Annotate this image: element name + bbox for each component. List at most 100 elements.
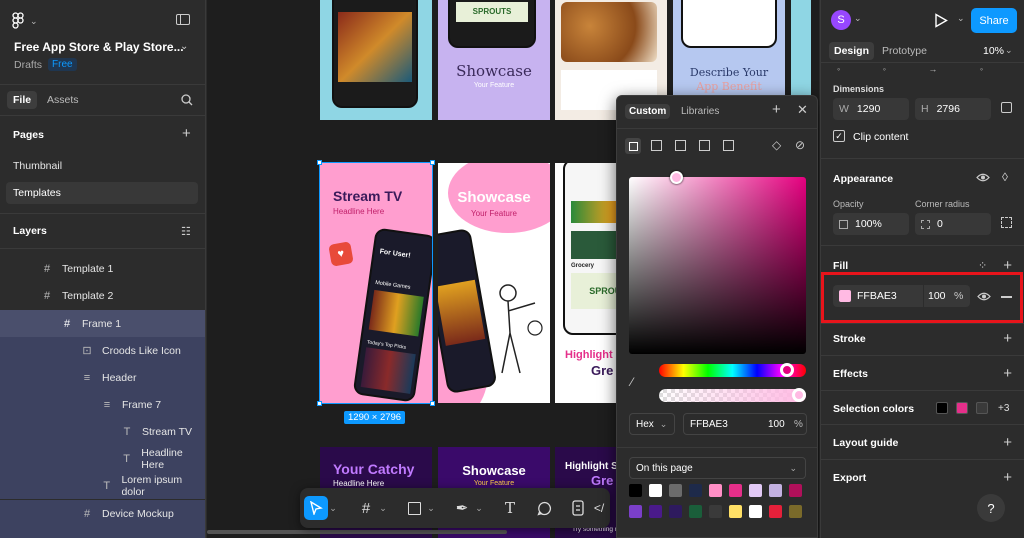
image-fill-icon[interactable] — [699, 140, 710, 151]
page-item-thumbnail[interactable]: Thumbnail — [13, 160, 62, 172]
resize-handle[interactable] — [317, 160, 322, 165]
collapse-layers-icon[interactable]: ☷ — [181, 225, 191, 238]
layer-lorem-ipsum[interactable]: T Lorem ipsum dolor — [0, 472, 205, 499]
color-swatch[interactable] — [729, 505, 742, 518]
chevron-down-icon[interactable]: ⌄ — [426, 496, 436, 520]
picker-opacity-input[interactable]: 100 — [768, 419, 785, 430]
add-export-icon[interactable]: + — [1003, 470, 1012, 485]
tab-prototype[interactable]: Prototype — [882, 45, 927, 57]
pen-tool-icon[interactable]: ✒ — [450, 496, 474, 520]
color-swatch[interactable] — [689, 505, 702, 518]
chevron-down-icon[interactable]: ⌄ — [474, 496, 484, 520]
hex-input-group[interactable]: FFBAE3 100 % — [683, 413, 807, 435]
main-menu-button[interactable]: ⌄ — [12, 12, 38, 30]
library-select[interactable]: On this page ⌄ — [629, 457, 806, 479]
color-swatch[interactable] — [709, 505, 722, 518]
help-button[interactable]: ? — [977, 494, 1005, 522]
layer-stream-tv[interactable]: T Stream TV — [0, 418, 205, 445]
remove-fill-icon[interactable] — [1001, 296, 1012, 298]
layer-device-mockup[interactable]: # Device Mockup — [0, 500, 205, 527]
page-item-templates[interactable]: Templates — [6, 182, 198, 204]
frame-template-a[interactable] — [320, 0, 432, 120]
width-field[interactable]: W 1290 — [833, 98, 909, 120]
gradient-fill-icon[interactable] — [651, 140, 662, 151]
component-tool-icon[interactable] — [566, 496, 590, 520]
tab-file[interactable]: File — [7, 91, 38, 109]
file-title[interactable]: Free App Store & Play Store... — [14, 40, 184, 54]
move-tool-icon[interactable] — [304, 496, 328, 520]
tab-design[interactable]: Design — [829, 42, 875, 60]
resize-handle[interactable] — [430, 160, 435, 165]
saturation-area[interactable] — [629, 177, 806, 354]
eyedropper-icon[interactable]: ⁄ — [631, 375, 633, 389]
eye-icon[interactable] — [977, 291, 991, 302]
layer-template-1[interactable]: # Template 1 — [0, 255, 205, 282]
fill-opacity-field[interactable]: 100 % — [924, 285, 970, 307]
add-stroke-icon[interactable]: + — [1003, 331, 1012, 346]
fill-color-field[interactable]: FFBAE3 — [833, 285, 923, 307]
avatar[interactable]: S — [831, 10, 851, 30]
color-swatch[interactable] — [649, 505, 662, 518]
independent-corners-icon[interactable] — [1001, 217, 1012, 228]
text-tool-icon[interactable]: T — [498, 496, 522, 520]
file-location[interactable]: Drafts — [14, 59, 42, 71]
add-effect-icon[interactable]: + — [1003, 366, 1012, 381]
opacity-handle[interactable] — [792, 388, 806, 402]
share-button[interactable]: Share — [971, 8, 1017, 33]
color-swatch[interactable] — [629, 484, 642, 497]
clip-content-checkbox[interactable]: ✓ — [833, 130, 845, 142]
resize-handle[interactable] — [317, 401, 322, 406]
fill-color-swatch[interactable] — [839, 290, 851, 302]
layer-header[interactable]: ≡ Header — [0, 364, 205, 391]
video-fill-icon[interactable] — [723, 140, 734, 151]
layer-headline-here[interactable]: T Headline Here — [0, 445, 205, 472]
selection-color-swatch[interactable] — [936, 402, 948, 414]
fill-hex-value[interactable]: FFBAE3 — [857, 290, 897, 302]
color-swatch[interactable] — [749, 484, 762, 497]
layer-frame-1[interactable]: # Frame 1 — [0, 310, 205, 337]
eye-icon[interactable] — [976, 172, 990, 183]
more-colors[interactable]: +3 — [998, 403, 1009, 414]
add-page-icon[interactable]: + — [182, 125, 191, 142]
hex-input[interactable]: FFBAE3 — [690, 419, 728, 430]
code-tool-icon[interactable]: </ — [590, 496, 608, 520]
chevron-down-icon[interactable]: ⌄ — [180, 41, 188, 52]
color-swatch[interactable] — [769, 484, 782, 497]
resizing-icon[interactable] — [1001, 102, 1012, 113]
search-icon[interactable] — [181, 94, 193, 106]
drop-icon[interactable]: ◊ — [1002, 170, 1008, 184]
tab-libraries[interactable]: Libraries — [681, 106, 719, 117]
close-icon[interactable]: ✕ — [797, 102, 808, 118]
layer-row-partial[interactable] — [0, 527, 205, 538]
color-swatch[interactable] — [789, 484, 802, 497]
frame-tool-icon[interactable]: # — [354, 496, 378, 520]
comment-tool-icon[interactable] — [532, 496, 556, 520]
present-icon[interactable] — [934, 13, 948, 28]
style-icon[interactable]: ⊘ — [795, 138, 805, 152]
add-style-icon[interactable]: + — [772, 101, 781, 118]
chevron-down-icon[interactable]: ⌄ — [957, 13, 965, 24]
pattern-fill-icon[interactable] — [675, 140, 686, 151]
layer-template-2[interactable]: # Template 2 — [0, 282, 205, 309]
selection-color-swatch[interactable] — [976, 402, 988, 414]
height-field[interactable]: H 2796 — [915, 98, 991, 120]
tab-assets[interactable]: Assets — [47, 94, 79, 106]
frame-template-showcase-top[interactable]: SPROUTS Showcase Your Feature — [438, 0, 550, 120]
chevron-down-icon[interactable]: ⌄ — [854, 13, 862, 24]
add-layout-guide-icon[interactable]: + — [1003, 435, 1012, 450]
opacity-field[interactable]: 100% — [833, 213, 909, 235]
chevron-down-icon[interactable]: ⌄ — [1005, 45, 1013, 56]
corner-radius-field[interactable]: 0 — [915, 213, 991, 235]
saturation-handle[interactable] — [670, 171, 683, 184]
layer-croods-like-icon[interactable]: ⊡ Croods Like Icon — [0, 337, 205, 364]
chevron-down-icon[interactable]: ⌄ — [378, 496, 388, 520]
color-swatch[interactable] — [669, 505, 682, 518]
color-swatch[interactable] — [789, 505, 802, 518]
color-swatch[interactable] — [689, 484, 702, 497]
layer-frame-7[interactable]: ≡ Frame 7 — [0, 391, 205, 418]
styles-grid-icon[interactable]: ⁘ — [978, 259, 987, 272]
color-swatch[interactable] — [769, 505, 782, 518]
tab-custom[interactable]: Custom — [625, 104, 671, 119]
resize-handle[interactable] — [430, 401, 435, 406]
hue-handle[interactable] — [780, 363, 794, 377]
